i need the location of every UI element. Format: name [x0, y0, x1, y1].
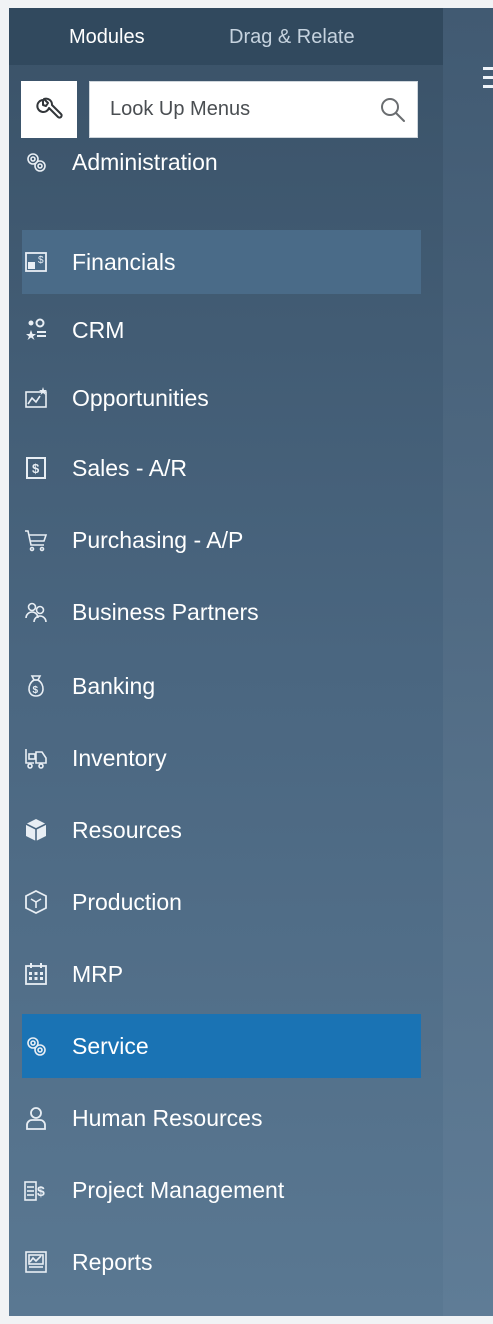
menu-item-project-management[interactable]: $ Project Management — [22, 1158, 421, 1222]
svg-text:$: $ — [38, 255, 44, 266]
partners-icon — [25, 602, 47, 623]
ledger-icon: $ — [25, 252, 47, 272]
menu-item-label: Production — [72, 889, 182, 915]
svg-text:$: $ — [37, 1183, 45, 1199]
menu-item-banking[interactable]: $ Banking — [22, 654, 421, 718]
menu-item-label: Purchasing - A/P — [72, 527, 244, 553]
forklift-icon — [25, 749, 47, 769]
money-bag-icon: $ — [28, 675, 44, 697]
search-input[interactable] — [104, 82, 380, 137]
menu-item-label: Human Resources — [72, 1105, 263, 1131]
app: Modules Drag & Relate Look Up Menus Admi… — [0, 0, 493, 1324]
menu-item-human-resources[interactable]: Human Resources — [22, 1086, 421, 1150]
calendar-icon — [25, 963, 47, 985]
menu-item-sales-ar[interactable]: $ Sales - A/R — [22, 436, 421, 500]
menu-item-reports[interactable]: Reports — [22, 1230, 421, 1294]
menu-item-administration[interactable]: Administration — [22, 130, 421, 194]
menu-item-label: Banking — [72, 673, 156, 699]
menu-item-label: Inventory — [72, 745, 167, 771]
menu-item-label: MRP — [72, 961, 124, 987]
hamburger-menu-icon[interactable] — [483, 67, 493, 95]
menu-item-label: Opportunities — [72, 385, 209, 411]
menu-item-mrp[interactable]: MRP — [22, 942, 421, 1006]
tab-drag-relate[interactable]: Drag & Relate — [229, 25, 355, 49]
side-navigation: Modules Drag & Relate Look Up Menus Admi… — [9, 8, 443, 1316]
menu-item-label: Sales - A/R — [72, 455, 188, 481]
project-icon: $ — [24, 1181, 45, 1201]
menu-item-inventory[interactable]: Inventory — [22, 726, 421, 790]
menu-item-label: Financials — [72, 249, 176, 275]
menu-item-label: CRM — [72, 317, 125, 343]
report-icon — [25, 1251, 47, 1273]
menu-item-opportunities[interactable]: Opportunities — [22, 366, 421, 430]
menu-item-label: Service — [72, 1033, 149, 1059]
menu-item-label: Project Management — [72, 1177, 285, 1203]
search-icon[interactable] — [379, 96, 407, 124]
person-icon — [26, 1107, 46, 1130]
tab-modules[interactable]: Modules — [69, 25, 145, 49]
menu-item-label: Administration — [72, 149, 218, 175]
navigation-tabs: Modules Drag & Relate — [9, 8, 443, 65]
menu-item-crm[interactable]: CRM — [22, 298, 421, 362]
menu-item-production[interactable]: Production — [22, 870, 421, 934]
menu-item-business-partners[interactable]: Business Partners — [22, 580, 421, 644]
menu-item-label: Business Partners — [72, 599, 259, 625]
svg-text:$: $ — [32, 461, 40, 476]
crm-icon — [26, 318, 46, 340]
menu-item-purchasing-ap[interactable]: Purchasing - A/P — [22, 508, 421, 572]
menu-item-label: Resources — [72, 817, 182, 843]
content-area — [443, 8, 493, 1316]
chart-star-icon — [25, 387, 47, 408]
menu-item-label: Reports — [72, 1249, 153, 1275]
dollar-box-icon: $ — [26, 457, 46, 479]
menu-item-resources[interactable]: Resources — [22, 798, 421, 862]
cart-icon — [25, 530, 48, 552]
menu-item-service[interactable]: Service — [22, 1014, 421, 1078]
wrench-icon — [36, 97, 63, 119]
gears-icon — [27, 153, 46, 172]
gears-icon — [27, 1037, 46, 1056]
menu-item-financials[interactable]: $ Financials — [22, 230, 421, 294]
hexagon-icon — [25, 890, 47, 914]
cube-icon — [25, 819, 47, 841]
svg-text:$: $ — [33, 685, 39, 696]
